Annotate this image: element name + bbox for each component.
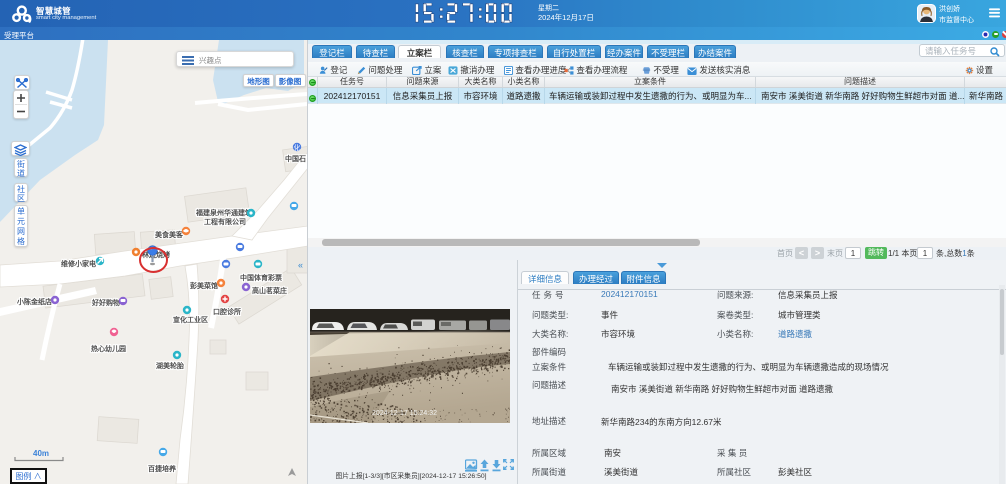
svg-text:福建泉州华通建筑: 福建泉州华通建筑 xyxy=(195,208,252,217)
svg-text:彭美菜馆: 彭美菜馆 xyxy=(190,281,218,290)
svg-text:美食美客: 美食美客 xyxy=(155,230,184,239)
svg-text:中国石: 中国石 xyxy=(285,154,306,163)
svg-text:口腔诊所: 口腔诊所 xyxy=(213,307,241,316)
svg-text:百捷培养: 百捷培养 xyxy=(148,464,176,473)
svg-text:宣化工业区: 宣化工业区 xyxy=(173,315,208,324)
svg-text:热心幼儿园: 热心幼儿园 xyxy=(91,344,126,353)
svg-text:«: « xyxy=(298,260,303,270)
svg-text:高山茗菜庄: 高山茗菜庄 xyxy=(252,286,287,295)
svg-text:化: 化 xyxy=(294,143,301,152)
svg-text:小陈金纸店: 小陈金纸店 xyxy=(16,297,52,306)
svg-text:好好购物: 好好购物 xyxy=(91,298,120,307)
svg-text:2024-12-17 15:24:32: 2024-12-17 15:24:32 xyxy=(372,410,437,417)
svg-text:中国体育彩票: 中国体育彩票 xyxy=(240,273,282,282)
svg-text:工程有限公司: 工程有限公司 xyxy=(204,217,246,226)
svg-text:湖美轮胎: 湖美轮胎 xyxy=(156,361,184,370)
svg-text:维修小家电: 维修小家电 xyxy=(61,259,96,268)
